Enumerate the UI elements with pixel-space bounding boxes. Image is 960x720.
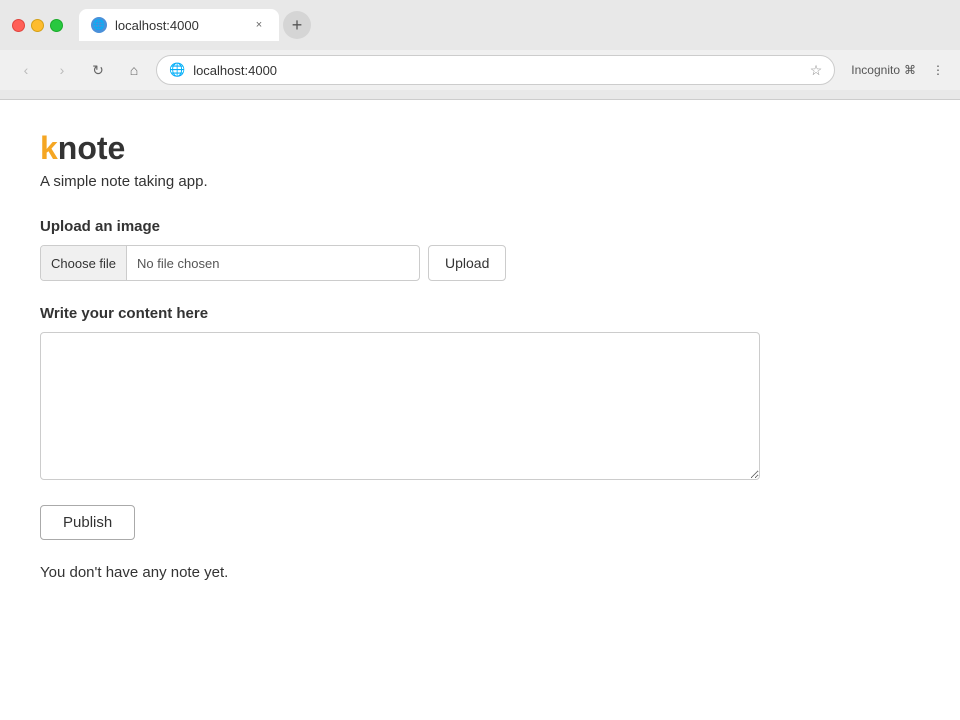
home-icon: ⌂ bbox=[130, 62, 138, 78]
file-upload-row: Choose file No file chosen Upload bbox=[40, 245, 920, 281]
choose-file-button[interactable]: Choose file bbox=[41, 246, 127, 280]
publish-button[interactable]: Publish bbox=[40, 505, 135, 540]
nav-forward-button[interactable]: › bbox=[48, 56, 76, 84]
address-bar-container[interactable]: 🌐 ☆ bbox=[156, 55, 835, 85]
empty-notes-message: You don't have any note yet. bbox=[40, 564, 920, 581]
bookmark-icon[interactable]: ☆ bbox=[810, 62, 823, 79]
content-label: Write your content here bbox=[40, 305, 920, 322]
browser-tab-active[interactable]: 🌐 localhost:4000 × bbox=[79, 9, 279, 41]
nav-refresh-button[interactable]: ↻ bbox=[84, 56, 112, 84]
app-logo: knote bbox=[40, 130, 920, 167]
content-textarea[interactable] bbox=[40, 332, 760, 480]
back-icon: ‹ bbox=[24, 62, 29, 78]
tab-bar: 🌐 localhost:4000 × + bbox=[79, 9, 948, 41]
logo-note: note bbox=[58, 130, 126, 166]
traffic-lights bbox=[12, 19, 63, 32]
upload-label: Upload an image bbox=[40, 218, 920, 235]
browser-menu: Incognito ⌘ ⋮ bbox=[847, 59, 948, 81]
nav-home-button[interactable]: ⌂ bbox=[120, 56, 148, 84]
incognito-label: Incognito bbox=[851, 63, 900, 77]
browser-chrome: 🌐 localhost:4000 × + ‹ › ↻ ⌂ 🌐 ☆ bbox=[0, 0, 960, 100]
incognito-icon: ⌘ bbox=[904, 63, 916, 77]
globe-icon: 🌐 bbox=[93, 20, 105, 31]
more-icon: ⋮ bbox=[932, 63, 944, 77]
browser-titlebar: 🌐 localhost:4000 × + bbox=[0, 0, 960, 50]
new-tab-button[interactable]: + bbox=[283, 11, 311, 39]
more-options-button[interactable]: ⋮ bbox=[928, 59, 948, 81]
tab-close-button[interactable]: × bbox=[251, 17, 267, 33]
close-icon: × bbox=[256, 19, 262, 31]
app-tagline: A simple note taking app. bbox=[40, 173, 920, 190]
refresh-icon: ↻ bbox=[92, 62, 104, 79]
incognito-button[interactable]: Incognito ⌘ bbox=[847, 59, 920, 81]
upload-section: Upload an image Choose file No file chos… bbox=[40, 218, 920, 281]
traffic-light-green[interactable] bbox=[50, 19, 63, 32]
nav-back-button[interactable]: ‹ bbox=[12, 56, 40, 84]
browser-toolbar: ‹ › ↻ ⌂ 🌐 ☆ Incognito ⌘ ⋮ bbox=[0, 50, 960, 90]
traffic-light-red[interactable] bbox=[12, 19, 25, 32]
upload-button[interactable]: Upload bbox=[428, 245, 506, 281]
tab-favicon: 🌐 bbox=[91, 17, 107, 33]
tab-title: localhost:4000 bbox=[115, 18, 243, 33]
page-content: knote A simple note taking app. Upload a… bbox=[0, 100, 960, 720]
address-bar-input[interactable] bbox=[193, 63, 802, 78]
lock-icon: 🌐 bbox=[169, 62, 185, 78]
forward-icon: › bbox=[60, 62, 65, 78]
no-file-text: No file chosen bbox=[127, 256, 229, 271]
logo-k: k bbox=[40, 130, 58, 166]
file-input-wrapper[interactable]: Choose file No file chosen bbox=[40, 245, 420, 281]
content-section: Write your content here bbox=[40, 305, 920, 485]
traffic-light-yellow[interactable] bbox=[31, 19, 44, 32]
